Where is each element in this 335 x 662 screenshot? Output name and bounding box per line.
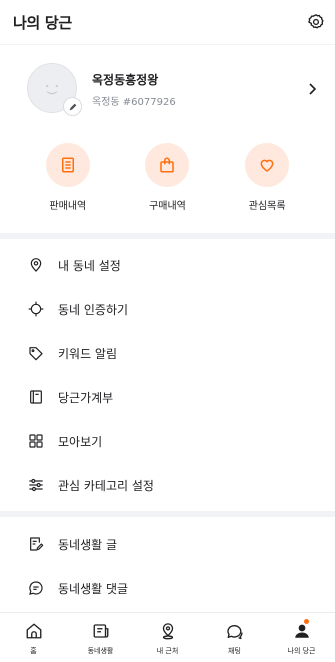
menu-item-community-posts[interactable]: 동네생활 글 [0,522,335,566]
profile-neighborhood-id: 옥정동 #6077926 [92,96,176,108]
grid-icon [26,431,46,451]
settings-menu: 내 동네 설정 동네 인증하기 키워드 알림 당근가계부 모아보기 관심 카테고… [0,239,335,511]
menu-item-label: 내 동네 설정 [58,258,121,273]
tab-label: 홈 [30,647,37,655]
top-header: 나의 당근 [0,0,335,44]
menu-item-community-comments[interactable]: 동네생활 댓글 [0,566,335,610]
menu-item-label: 관심 카테고리 설정 [58,478,154,493]
receipt-icon [45,143,90,187]
purchase-history-button[interactable]: 구매내역 [132,143,202,233]
crosshair-icon [26,299,46,319]
tab-label: 채팅 [228,647,241,655]
sales-history-button[interactable]: 판매내역 [33,143,103,233]
menu-item-label: 동네 인증하기 [58,302,129,317]
menu-item-category-settings[interactable]: 관심 카테고리 설정 [0,463,335,507]
shopping-bag-icon [145,143,190,187]
wishlist-label: 관심목록 [248,201,286,212]
location-pin-icon [26,255,46,275]
tab-my-karrot[interactable]: 나의 당근 [268,613,335,662]
purchase-history-label: 구매내역 [149,201,186,212]
chat-icon [224,620,246,642]
pencil-icon[interactable] [63,97,82,116]
menu-item-label: 모아보기 [58,434,103,449]
wishlist-button[interactable]: 관심목록 [232,143,302,233]
edit-note-icon [26,534,46,554]
location-icon [157,620,179,642]
person-icon [291,620,313,642]
menu-item-label: 당근가계부 [58,390,114,405]
tab-home[interactable]: 홈 [0,613,67,662]
menu-item-collections[interactable]: 모아보기 [0,419,335,463]
profile-name: 옥정동흥정왕 [92,72,159,87]
heart-icon [245,143,290,187]
sliders-icon [26,475,46,495]
ledger-icon [26,387,46,407]
tab-label: 내 근처 [156,647,179,655]
menu-item-label: 키워드 알림 [58,346,118,361]
tab-label: 나의 당근 [287,647,316,655]
menu-item-household-ledger[interactable]: 당근가계부 [0,375,335,419]
menu-item-neighborhood-verify[interactable]: 동네 인증하기 [0,287,335,331]
notification-dot [304,619,309,624]
menu-item-keyword-alerts[interactable]: 키워드 알림 [0,331,335,375]
quick-actions: 판매내역 구매내역 관심목록 [0,133,335,233]
menu-item-label: 동네생활 댓글 [58,581,129,596]
tag-icon [26,343,46,363]
newspaper-icon [90,620,112,642]
tab-label: 동네생활 [87,647,114,655]
tab-nearby[interactable]: 내 근처 [134,613,201,662]
profile-card[interactable]: 옥정동흥정왕 옥정동 #6077926 [0,45,335,133]
sales-history-label: 판매내역 [49,201,87,212]
home-icon [23,620,45,642]
menu-item-neighborhood-settings[interactable]: 내 동네 설정 [0,243,335,287]
menu-item-label: 동네생활 글 [58,537,118,552]
tab-chat[interactable]: 채팅 [201,613,268,662]
gear-icon[interactable] [305,11,327,33]
chevron-right-icon[interactable] [305,81,321,97]
avatar[interactable] [27,63,82,116]
community-menu: 동네생활 글 동네생활 댓글 [0,517,335,612]
page-title: 나의 당근 [13,13,72,32]
bottom-tab-bar: 홈 동네생활 내 근처 채팅 나의 당근 [0,612,335,662]
comment-icon [26,578,46,598]
tab-community[interactable]: 동네생활 [67,613,134,662]
